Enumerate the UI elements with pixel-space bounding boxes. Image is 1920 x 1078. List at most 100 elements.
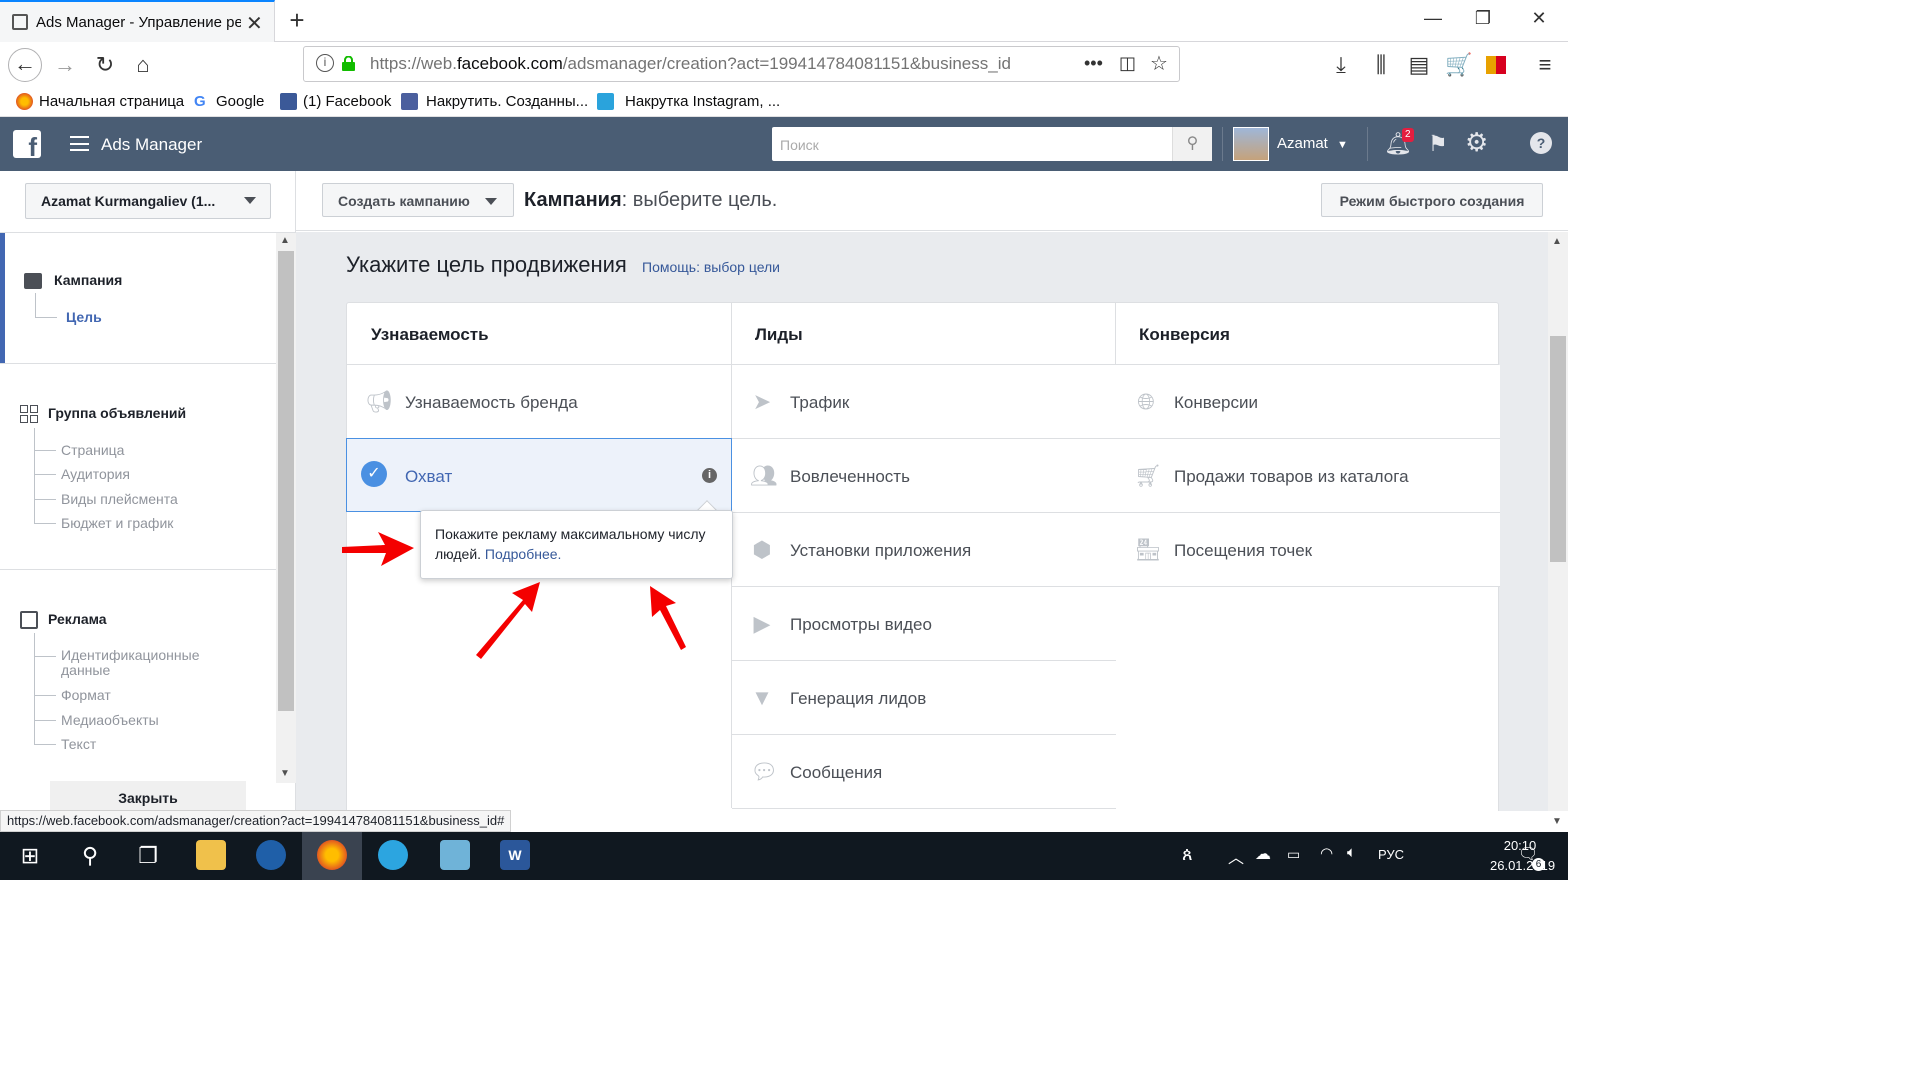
word-icon[interactable]: W xyxy=(500,840,530,870)
app-icon[interactable] xyxy=(256,840,286,870)
search-box[interactable]: Поиск ⚲ xyxy=(772,127,1212,161)
objective-video-views[interactable]: ▶ Просмотры видео xyxy=(732,587,1116,661)
user-name[interactable]: Azamat xyxy=(1277,135,1328,152)
objective-conversions[interactable]: 🌐︎ Конверсии xyxy=(1116,365,1500,439)
bookmark-google[interactable]: Google xyxy=(216,93,264,110)
objective-brand-awareness[interactable]: 📢︎ Узнаваемость бренда xyxy=(347,365,731,439)
sidebar-item-ad[interactable]: Реклама xyxy=(48,611,107,627)
task-view-icon[interactable]: ❐ xyxy=(118,832,178,880)
minimize-icon[interactable]: — xyxy=(1410,8,1456,29)
bookmark-facebook[interactable]: (1) Facebook xyxy=(303,93,391,110)
sidebar-item-text[interactable]: Текст xyxy=(61,736,96,752)
objective-traffic[interactable]: ➤ Трафик xyxy=(732,365,1116,439)
search-icon[interactable]: ⚲ xyxy=(1172,127,1212,161)
avatar[interactable] xyxy=(1233,127,1269,161)
help-icon[interactable]: ? xyxy=(1530,132,1552,154)
new-tab-icon[interactable]: + xyxy=(282,5,312,36)
home-icon[interactable]: ⌂ xyxy=(128,52,158,78)
scroll-down-icon[interactable]: ▼ xyxy=(1552,816,1562,827)
sidebar-item-campaign[interactable]: Кампания xyxy=(54,272,122,288)
section-heading: Укажите цель продвижения xyxy=(346,252,627,277)
objective-messages[interactable]: 💬︎ Сообщения xyxy=(732,735,1116,809)
lock-icon xyxy=(342,56,355,71)
close-button[interactable]: Закрыть xyxy=(50,781,246,811)
telegram-icon[interactable] xyxy=(378,840,408,870)
download-icon[interactable]: ⤓ xyxy=(1326,52,1356,78)
sidebar-item-identity[interactable]: Идентификационные данные xyxy=(61,648,231,678)
scroll-up-icon[interactable]: ▲ xyxy=(280,235,290,246)
gear-icon[interactable]: ⚙ xyxy=(1465,127,1488,158)
check-icon: ✓ xyxy=(361,461,387,487)
account-selector[interactable]: Azamat Kurmangaliev (1... xyxy=(25,183,271,219)
menu-icon[interactable]: ≡ xyxy=(1530,52,1560,78)
cart-extension-icon[interactable]: 🛒 xyxy=(1444,52,1474,78)
facebook-logo-icon[interactable]: f xyxy=(13,130,41,158)
objective-store-visits[interactable]: 🏪︎ Посещения точек xyxy=(1116,513,1500,587)
pocket-icon[interactable]: ◫ xyxy=(1119,53,1136,74)
battery-icon[interactable]: ▭ xyxy=(1287,846,1300,863)
scroll-down-icon[interactable]: ▼ xyxy=(280,768,290,779)
cloud-icon[interactable]: ☁ xyxy=(1255,844,1271,864)
sidebar-item-media[interactable]: Медиаобъекты xyxy=(61,712,159,728)
sidebar-item-format[interactable]: Формат xyxy=(61,687,111,703)
forward-icon[interactable]: → xyxy=(50,52,80,78)
bookmark-nakrutit[interactable]: Накрутить. Созданны... xyxy=(426,93,588,110)
back-icon[interactable]: ← xyxy=(8,48,42,82)
close-tab-icon[interactable]: ✕ xyxy=(246,11,263,36)
objective-label: Просмотры видео xyxy=(790,615,932,634)
sidebar-item-page[interactable]: Страница xyxy=(61,442,124,458)
library-icon[interactable]: ⫼ xyxy=(1366,52,1396,78)
bookmark-star-icon[interactable]: ☆ xyxy=(1150,51,1168,76)
language-indicator[interactable]: РУС xyxy=(1378,847,1404,862)
sidebar-scroll-thumb[interactable] xyxy=(278,251,294,711)
main-scroll-thumb[interactable] xyxy=(1550,336,1566,562)
sidebar-item-adset[interactable]: Группа объявлений xyxy=(48,405,186,421)
quick-creation-button[interactable]: Режим быстрого создания xyxy=(1321,183,1543,217)
account-name: Azamat Kurmangaliev (1... xyxy=(41,193,216,209)
info-icon[interactable]: i xyxy=(316,54,334,72)
objective-lead-generation[interactable]: ▼ Генерация лидов xyxy=(732,661,1116,735)
notification-count: 6 xyxy=(1532,858,1545,871)
tree-line xyxy=(35,317,57,318)
sidebar-item-goal[interactable]: Цель xyxy=(66,309,102,325)
chevron-down-icon[interactable]: ▼ xyxy=(1337,139,1348,151)
create-campaign-button[interactable]: Создать кампанию xyxy=(322,183,514,217)
restore-icon[interactable]: ❐ xyxy=(1460,8,1506,29)
objective-reach[interactable]: ✓ Охват i xyxy=(346,438,732,512)
objective-engagement[interactable]: 👥︎ Вовлеченность xyxy=(732,439,1116,513)
chevron-up-icon[interactable]: ︿ xyxy=(1228,844,1244,868)
wifi-icon[interactable]: ◠ xyxy=(1320,844,1333,862)
app-icon[interactable] xyxy=(440,840,470,870)
objective-label: Установки приложения xyxy=(790,541,972,560)
column-leads-header: Лиды xyxy=(731,303,1115,365)
video-icon: ▶ xyxy=(753,611,771,636)
volume-icon[interactable]: 🔈︎ xyxy=(1347,844,1356,861)
sidebar-item-audience[interactable]: Аудитория xyxy=(61,466,130,482)
scroll-up-icon[interactable]: ▲ xyxy=(1552,236,1562,247)
url-bar[interactable]: i https://web.facebook.com/adsmanager/cr… xyxy=(303,46,1180,82)
page-actions-icon[interactable]: ••• xyxy=(1084,53,1103,74)
objective-label: Узнаваемость бренда xyxy=(405,393,578,412)
extension-icon[interactable] xyxy=(1486,56,1506,74)
info-icon[interactable]: i xyxy=(702,468,717,483)
windows-start-icon[interactable]: ⊞ xyxy=(0,832,60,880)
objective-app-installs[interactable]: ⬢ Установки приложения xyxy=(732,513,1116,587)
search-icon[interactable]: ⚲ xyxy=(60,832,120,880)
bookmark-instagram[interactable]: Накрутка Instagram, ... xyxy=(625,93,780,110)
reload-icon[interactable]: ↻ xyxy=(90,52,120,78)
firefox-icon[interactable] xyxy=(317,840,347,870)
bookmark-home[interactable]: Начальная страница xyxy=(39,93,184,110)
sidebar-item-placements[interactable]: Виды плейсмента xyxy=(61,491,178,507)
people-icon[interactable]: ጰ xyxy=(1182,844,1193,865)
window-close-icon[interactable]: ✕ xyxy=(1516,8,1562,29)
objective-catalog-sales[interactable]: 🛒︎ Продажи товаров из каталога xyxy=(1116,439,1500,513)
browser-tab[interactable]: Ads Manager - Управление ре ✕ xyxy=(0,0,275,42)
sidebar-item-budget[interactable]: Бюджет и график xyxy=(61,515,173,531)
help-link[interactable]: Помощь: выбор цели xyxy=(642,259,780,275)
learn-more-link[interactable]: Подробнее. xyxy=(485,546,562,562)
flag-icon[interactable]: ⚑ xyxy=(1428,131,1448,157)
file-explorer-icon[interactable] xyxy=(196,840,226,870)
search-input[interactable]: Поиск xyxy=(780,137,819,153)
sidebar-icon[interactable]: ▤ xyxy=(1404,52,1434,78)
hamburger-menu-icon[interactable] xyxy=(70,136,89,151)
